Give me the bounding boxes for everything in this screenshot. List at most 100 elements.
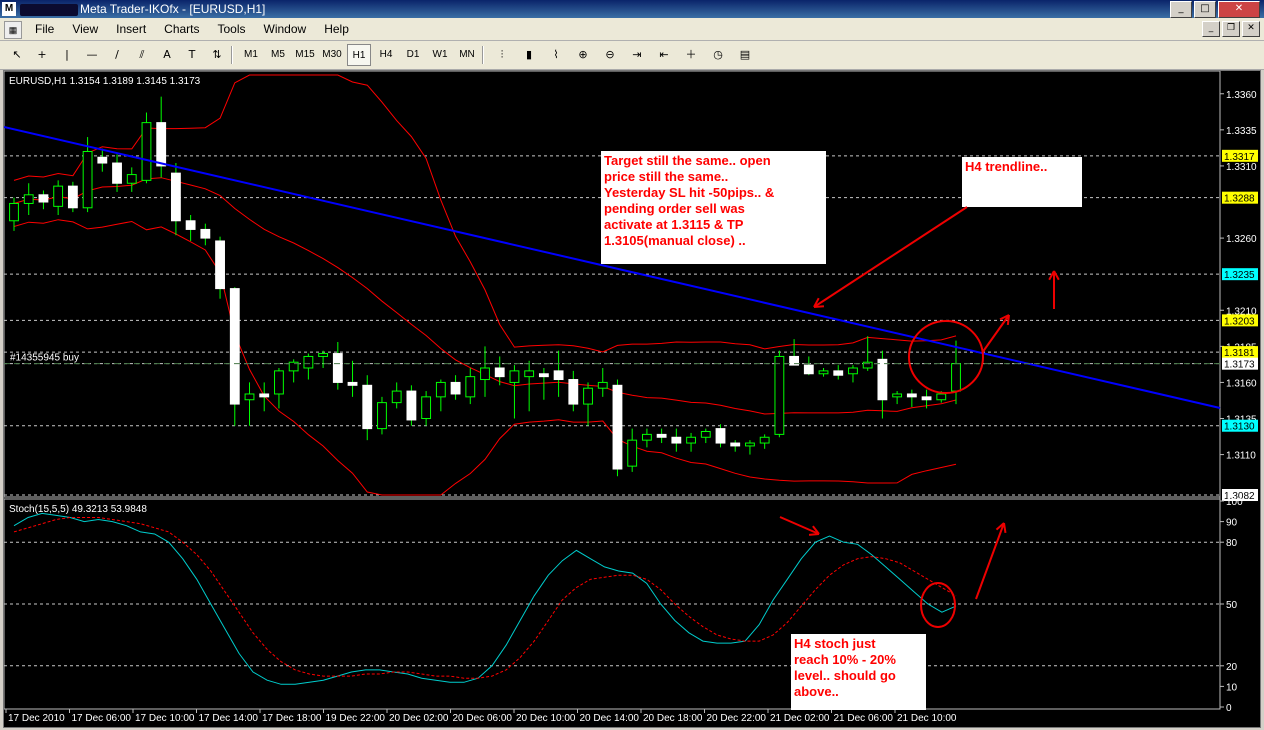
candle-body <box>347 381 358 386</box>
candle-chart-icon[interactable]: ▮ <box>517 44 541 66</box>
document-icon[interactable]: ▦ <box>4 21 22 39</box>
timeframe-w1[interactable]: W1 <box>428 44 452 66</box>
note-main-line: activate at 1.3115 & TP <box>604 217 744 232</box>
timeframe-mn[interactable]: MN <box>455 44 479 66</box>
menu-charts[interactable]: Charts <box>155 21 208 37</box>
vertical-line-icon[interactable]: | <box>56 44 78 66</box>
candle-body <box>23 194 34 204</box>
candle-body <box>745 442 755 447</box>
stoch-label: Stoch(15,5,5) 49.3213 53.9848 <box>9 504 147 515</box>
timeframe-m15[interactable]: M15 <box>293 44 317 66</box>
bar-chart-icon[interactable]: ⫶ <box>490 44 514 66</box>
order-label: #14355945 buy <box>10 353 79 364</box>
candle-body <box>200 228 211 239</box>
horizontal-line-icon[interactable]: — <box>81 44 103 66</box>
timeframe-d1[interactable]: D1 <box>401 44 425 66</box>
zoom-out-icon[interactable]: ⊖ <box>598 44 622 66</box>
periods-icon[interactable]: ◷ <box>706 44 730 66</box>
note-trendline-line: H4 trendline.. <box>965 159 1047 174</box>
menu-window[interactable]: Window <box>255 21 316 37</box>
price-level-label: 1.3181 <box>1224 348 1255 359</box>
time-tick-label: 17 Dec 2010 <box>8 713 65 724</box>
arrow-up-stoch <box>975 522 1005 600</box>
text-icon[interactable]: A <box>156 44 178 66</box>
price-tick-label: 1.3360 <box>1226 90 1257 101</box>
menu-bar: ▦ File View Insert Charts Tools Window Help _ … <box>0 18 1264 41</box>
candle-body <box>303 355 314 369</box>
close-button[interactable]: ✕ <box>1218 1 1260 18</box>
price-level-label: 1.3173 <box>1224 360 1255 371</box>
autoscroll-icon[interactable]: ⇥ <box>625 44 649 66</box>
candle-body <box>921 396 932 401</box>
mdi-restore-button[interactable]: ❐ <box>1222 21 1240 37</box>
stoch-tick-label: 90 <box>1226 518 1238 529</box>
candle-body <box>803 364 814 375</box>
timeframe-m1[interactable]: M1 <box>239 44 263 66</box>
menu-view[interactable]: View <box>63 21 107 37</box>
templates-icon[interactable]: ▤ <box>733 44 757 66</box>
candle-body <box>38 194 49 203</box>
cursor-icon[interactable]: ↖ <box>6 44 28 66</box>
crosshair-icon[interactable]: + <box>31 44 53 66</box>
menu-tools[interactable]: Tools <box>209 21 255 37</box>
channel-icon[interactable]: ⫽ <box>131 44 153 66</box>
candle-body <box>759 436 770 444</box>
candle-body <box>406 390 417 421</box>
candle-body <box>141 122 152 181</box>
timeframe-m30[interactable]: M30 <box>320 44 344 66</box>
stoch-tick-label: 0 <box>1226 703 1232 714</box>
zoom-in-icon[interactable]: ⊕ <box>571 44 595 66</box>
candle-body <box>9 202 19 222</box>
candle-body <box>848 367 858 375</box>
price-level-label: 1.3288 <box>1224 194 1255 205</box>
note-stoch-line: above.. <box>794 684 839 699</box>
candle-body <box>583 387 593 405</box>
menu-file[interactable]: File <box>26 21 63 37</box>
time-tick-label: 20 Dec 02:00 <box>389 713 449 724</box>
candle-body <box>877 358 888 401</box>
chart-shift-icon[interactable]: ⇤ <box>652 44 676 66</box>
arrow-stoch-top <box>779 516 820 535</box>
time-tick-label: 19 Dec 22:00 <box>326 713 386 724</box>
mdi-close-button[interactable]: ✕ <box>1242 21 1260 37</box>
candle-body <box>274 370 284 395</box>
candle-body <box>730 442 741 447</box>
arrows-icon[interactable]: ⇅ <box>206 44 228 66</box>
time-tick-label: 17 Dec 06:00 <box>72 713 132 724</box>
note-stoch-line: level.. should go <box>794 668 896 683</box>
timeframe-m5[interactable]: M5 <box>266 44 290 66</box>
time-tick-label: 17 Dec 18:00 <box>262 713 322 724</box>
candle-body <box>170 172 181 222</box>
timeframe-h1[interactable]: H1 <box>347 44 371 66</box>
menu-help[interactable]: Help <box>315 21 358 37</box>
candle-body <box>553 370 564 381</box>
candle-body <box>229 288 240 405</box>
arrow-to-trendline <box>813 206 968 308</box>
price-tick-label: 1.3260 <box>1226 234 1257 245</box>
highlight-circle-price <box>908 320 984 394</box>
line-chart-icon[interactable]: ⌇ <box>544 44 568 66</box>
label-icon[interactable]: T <box>181 44 203 66</box>
chart-canvas[interactable]: #14355945 buy EURUSD,H1 1.3154 1.3189 1.3… <box>3 70 1260 727</box>
trendline-icon[interactable]: / <box>106 44 128 66</box>
mdi-minimize-button[interactable]: _ <box>1202 21 1220 37</box>
candle-body <box>494 367 505 378</box>
note-main-line: 1.3105(manual close) .. <box>604 233 746 248</box>
indicators-icon[interactable]: ＋ <box>679 44 703 66</box>
price-axis-layer: 1.33601.33351.33101.32601.32101.31851.31… <box>1220 90 1258 502</box>
candle-body <box>465 376 476 398</box>
minimize-button[interactable]: _ <box>1170 1 1192 18</box>
candle-body <box>185 220 196 230</box>
time-tick-label: 20 Dec 22:00 <box>707 713 767 724</box>
candle-body <box>568 379 579 405</box>
time-tick-label: 21 Dec 06:00 <box>834 713 894 724</box>
maximize-button[interactable]: □ <box>1194 1 1216 18</box>
candle-body <box>362 384 373 430</box>
app-icon[interactable]: M <box>2 2 16 16</box>
menu-insert[interactable]: Insert <box>107 21 155 37</box>
timeframe-h4[interactable]: H4 <box>374 44 398 66</box>
note-main-line: pending order sell was <box>604 201 745 216</box>
candle-body <box>818 370 829 375</box>
time-tick-label: 20 Dec 18:00 <box>643 713 703 724</box>
chart-window[interactable]: #14355945 buy EURUSD,H1 1.3154 1.3189 1.3… <box>3 70 1261 728</box>
